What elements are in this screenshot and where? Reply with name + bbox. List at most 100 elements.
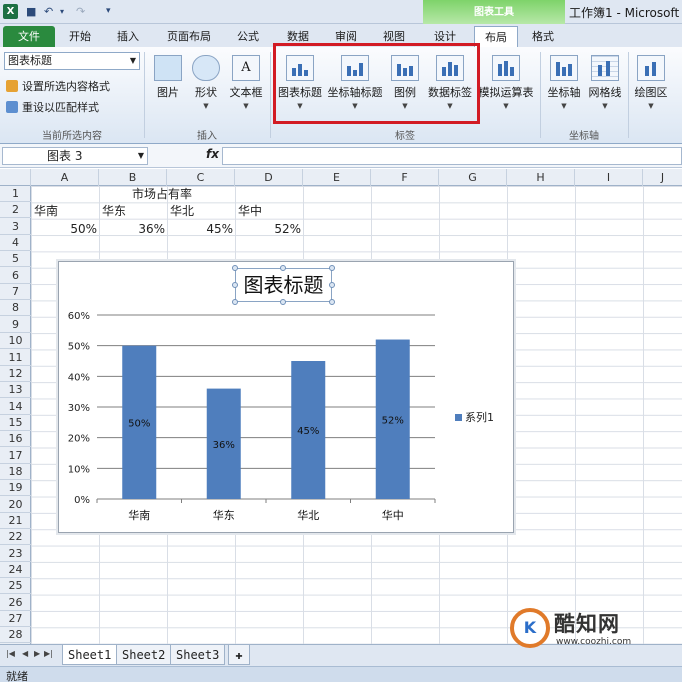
row-header[interactable]: 3 xyxy=(0,219,31,235)
tab-home[interactable]: 开始 xyxy=(62,26,98,47)
row-header[interactable]: 17 xyxy=(0,448,31,464)
sheet-tab[interactable]: Sheet1 xyxy=(62,645,118,665)
embedded-chart[interactable]: 图表标题 0% 10% 20% 30% 40% 50% 60% 50% 华南 36% 华东 45% 华北… xyxy=(58,261,514,533)
axes-button[interactable]: 坐标轴 ▼ xyxy=(544,55,584,110)
y-tick-label: 40% xyxy=(68,372,90,383)
formula-input[interactable] xyxy=(222,147,682,165)
data-table-button[interactable]: 模拟运算表 ▼ xyxy=(476,55,536,110)
chart-legend[interactable]: 系列1 xyxy=(455,409,494,425)
row-header[interactable]: 13 xyxy=(0,382,31,399)
y-tick-label: 60% xyxy=(68,311,90,322)
axes-icon xyxy=(550,55,578,81)
name-box[interactable]: 图表 3 ▼ xyxy=(2,147,148,165)
format-selection-button[interactable]: 设置所选内容格式 xyxy=(6,78,110,94)
column-header[interactable]: A xyxy=(31,169,99,186)
column-header[interactable]: F xyxy=(371,169,439,186)
reset-style-label: 重设以匹配样式 xyxy=(22,101,99,114)
gridlines-button[interactable]: 网格线 ▼ xyxy=(585,55,625,110)
column-header[interactable]: H xyxy=(507,169,575,186)
column-header[interactable]: I xyxy=(575,169,643,186)
row-header[interactable]: 23 xyxy=(0,546,31,562)
select-all-corner[interactable] xyxy=(0,169,31,186)
sheet-tab[interactable]: Sheet2 xyxy=(116,645,172,665)
insert-function-button[interactable]: fx xyxy=(206,147,219,161)
x-category-label: 华南 xyxy=(128,508,150,522)
plot-area-button[interactable]: 绘图区 ▼ xyxy=(630,55,672,110)
cell-b1-title[interactable]: 市场占有率 xyxy=(132,186,192,202)
insert-shapes-button[interactable]: 形状 ▼ xyxy=(190,55,222,110)
row-header[interactable]: 27 xyxy=(0,611,31,628)
row-header[interactable]: 4 xyxy=(0,235,31,252)
row-header[interactable]: 18 xyxy=(0,464,31,480)
formula-bar: 图表 3 ▼ fx xyxy=(0,144,682,168)
row-header[interactable]: 10 xyxy=(0,333,31,350)
column-header[interactable]: G xyxy=(439,169,507,186)
excel-app-icon[interactable]: X xyxy=(3,4,18,19)
cell-share[interactable]: 45% xyxy=(167,221,233,237)
row-header[interactable]: 26 xyxy=(0,595,31,611)
reset-to-match-style-button[interactable]: 重设以匹配样式 xyxy=(6,99,99,115)
save-icon[interactable]: ■ xyxy=(26,4,36,19)
first-sheet-icon[interactable]: |◀ xyxy=(6,649,15,658)
column-header[interactable]: C xyxy=(167,169,235,186)
row-header[interactable]: 1 xyxy=(0,186,31,202)
row-header[interactable]: 21 xyxy=(0,513,31,529)
row-headers: 1 2 3 4 5 6 7 8 9 10 11 12 13 14 15 16 17 18 19 20 21 22 23 24 2… xyxy=(0,186,31,644)
cell-region[interactable]: 华北 xyxy=(170,203,194,219)
group-separator xyxy=(144,52,145,138)
column-header[interactable]: D xyxy=(235,169,303,186)
cell-share[interactable]: 50% xyxy=(31,221,97,237)
insert-picture-button[interactable]: 图片 xyxy=(152,55,184,100)
data-label: 50% xyxy=(128,418,150,429)
insert-textbox-button[interactable]: A 文本框 ▼ xyxy=(227,55,265,110)
customize-qat-icon[interactable]: ▾ xyxy=(106,4,111,19)
cell-region[interactable]: 华东 xyxy=(102,203,126,219)
chart-element-dropdown[interactable]: 图表标题 ▼ xyxy=(4,52,140,70)
sheet-tab[interactable]: Sheet3 xyxy=(170,645,226,665)
row-header[interactable]: 14 xyxy=(0,399,31,415)
row-header[interactable]: 2 xyxy=(0,202,31,219)
row-header[interactable]: 5 xyxy=(0,251,31,268)
tab-formulas[interactable]: 公式 xyxy=(230,26,266,47)
plot-area-icon xyxy=(637,55,665,81)
redo-icon[interactable]: ↷ xyxy=(76,4,85,19)
axes-label: 坐标轴 xyxy=(547,86,581,99)
plot-area[interactable]: 0% 10% 20% 30% 40% 50% 60% 50% 华南 36% 华东 45% 华北 52% 华中 xyxy=(59,262,515,534)
row-header[interactable]: 19 xyxy=(0,480,31,497)
row-header[interactable]: 20 xyxy=(0,497,31,513)
row-header[interactable]: 12 xyxy=(0,366,31,382)
last-sheet-icon[interactable]: ▶| xyxy=(44,649,53,658)
insert-sheet-icon[interactable]: ✚ xyxy=(228,645,250,665)
row-header[interactable]: 11 xyxy=(0,350,31,366)
row-header[interactable]: 6 xyxy=(0,268,31,284)
y-tick-label: 10% xyxy=(68,464,90,475)
tab-chart-format[interactable]: 格式 xyxy=(524,26,562,47)
column-header[interactable]: B xyxy=(99,169,167,186)
row-header[interactable]: 15 xyxy=(0,415,31,431)
cell-region[interactable]: 华南 xyxy=(34,203,58,219)
row-header[interactable]: 8 xyxy=(0,300,31,317)
cell-share[interactable]: 36% xyxy=(99,221,165,237)
next-sheet-icon[interactable]: ▶ xyxy=(34,649,40,658)
row-header[interactable]: 7 xyxy=(0,284,31,301)
row-header[interactable]: 16 xyxy=(0,431,31,448)
prev-sheet-icon[interactable]: ◀ xyxy=(22,649,28,658)
group-separator xyxy=(270,52,271,138)
column-header[interactable]: E xyxy=(303,169,371,186)
undo-icon[interactable]: ↶ xyxy=(44,4,53,19)
undo-dropdown-icon[interactable]: ▾ xyxy=(60,4,64,19)
tab-page-layout[interactable]: 页面布局 xyxy=(160,26,218,47)
tab-file[interactable]: 文件 xyxy=(3,26,55,47)
column-header[interactable]: J xyxy=(643,169,682,186)
chevron-down-icon: ▼ xyxy=(243,102,249,110)
y-tick-label: 30% xyxy=(68,403,90,414)
row-header[interactable]: 25 xyxy=(0,578,31,595)
row-header[interactable]: 24 xyxy=(0,562,31,579)
row-header[interactable]: 9 xyxy=(0,317,31,333)
cell-share[interactable]: 52% xyxy=(235,221,301,237)
row-header[interactable]: 28 xyxy=(0,627,31,644)
row-header[interactable]: 22 xyxy=(0,529,31,546)
tab-chart-layout[interactable]: 布局 xyxy=(474,26,518,47)
cell-region[interactable]: 华中 xyxy=(238,203,262,219)
tab-insert[interactable]: 插入 xyxy=(110,26,146,47)
